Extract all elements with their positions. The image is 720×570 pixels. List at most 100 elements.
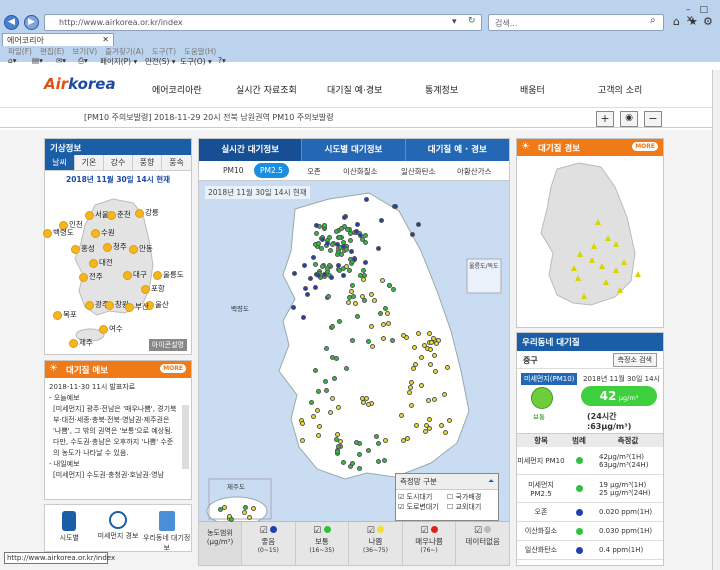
print-icon[interactable]: ⎙▾ <box>78 56 88 66</box>
back-button[interactable]: ◀ <box>4 15 19 30</box>
dropdown-icon[interactable]: ▾ <box>452 17 457 27</box>
alert-marker-icon[interactable] <box>581 293 587 299</box>
alert-marker-icon[interactable] <box>635 271 641 277</box>
tab-temp[interactable]: 기온 <box>75 155 104 170</box>
alert-marker-icon[interactable] <box>613 241 619 247</box>
station-dot[interactable] <box>376 245 382 251</box>
alert-marker-icon[interactable] <box>589 257 595 263</box>
close-tab-icon[interactable]: ✕ <box>102 35 109 44</box>
menu-edit[interactable]: 편집(E) <box>40 47 64 56</box>
checkbox-suburban[interactable]: ☐ 교외대기 <box>447 502 496 512</box>
station-dot[interactable] <box>333 228 339 234</box>
tab-realtime[interactable]: 실시간 대기정보 <box>199 139 303 161</box>
subtab-ozone[interactable]: 오존 <box>307 166 321 177</box>
menu-tools[interactable]: 도구(T) <box>152 47 176 56</box>
station-dot[interactable] <box>319 264 325 270</box>
station-dot[interactable] <box>401 437 407 443</box>
station-dot[interactable] <box>406 389 412 395</box>
tab-weather[interactable]: 날씨 <box>45 155 75 170</box>
checkbox-background[interactable]: ☐ 국가배경 <box>447 492 496 502</box>
station-dot[interactable] <box>329 241 335 247</box>
quick-link-sido[interactable]: 시도별 <box>45 505 94 551</box>
search-icon[interactable]: ⌕ <box>650 15 656 26</box>
station-search-button[interactable]: 측정소 검색 <box>612 353 657 367</box>
station-dot[interactable] <box>343 365 349 371</box>
nav-about[interactable]: 에어코리아란 <box>152 83 202 96</box>
tools-menu[interactable]: 도구(O) ▾ <box>180 56 212 67</box>
home-icon[interactable]: ⌂ <box>673 15 680 28</box>
station-dot[interactable] <box>310 255 316 261</box>
station-dot[interactable] <box>361 267 367 273</box>
quick-link-alert[interactable]: 미세먼지 경보 <box>94 505 143 551</box>
station-dot[interactable] <box>309 399 315 405</box>
tab-forecast[interactable]: 대기질 예 · 경보 <box>405 139 509 161</box>
alert-marker-icon[interactable] <box>595 219 601 225</box>
station-dot[interactable] <box>299 438 305 444</box>
browser-tab[interactable]: 에어코리아 ✕ <box>2 33 114 46</box>
station-dot[interactable] <box>382 437 388 443</box>
forecast-scrollbar[interactable] <box>182 405 189 469</box>
station-dot[interactable] <box>312 367 318 373</box>
station-dot[interactable] <box>398 412 404 418</box>
station-dot[interactable] <box>333 355 339 361</box>
station-dot[interactable] <box>228 516 234 522</box>
station-dot[interactable] <box>371 297 377 303</box>
alert-marker-icon[interactable] <box>591 243 597 249</box>
legend-item[interactable]: ☑ 좋음 (0~15) <box>241 522 295 565</box>
station-dot[interactable] <box>357 232 363 238</box>
station-dot[interactable] <box>418 383 424 389</box>
station-dot[interactable] <box>322 378 328 384</box>
station-dot[interactable] <box>322 271 328 277</box>
station-dot[interactable] <box>346 294 352 300</box>
safety-menu[interactable]: 안전(S) ▾ <box>145 56 176 67</box>
legend-item[interactable]: ☑ 매우나쁨 (76~) <box>401 522 456 565</box>
quick-link-local[interactable]: 우리동네 대기정보 <box>142 505 191 552</box>
help-icon[interactable]: ?▾ <box>218 56 226 65</box>
station-dot[interactable] <box>356 465 362 471</box>
station-dot[interactable] <box>361 276 367 282</box>
alert-marker-icon[interactable] <box>605 235 611 241</box>
station-dot[interactable] <box>302 286 308 292</box>
station-dot[interactable] <box>401 332 407 338</box>
notice-text[interactable]: [PM10 주의보발령] 2018-11-29 20시 전북 남원권역 PM10… <box>84 112 334 123</box>
checkbox-roadside[interactable]: ☑ 도로변대기 <box>398 502 447 512</box>
icon-legend-button[interactable]: 아이콘설명 <box>148 339 187 351</box>
nav-forecast[interactable]: 대기질 예·경보 <box>327 83 382 96</box>
tab-wind-dir[interactable]: 풍향 <box>133 155 162 170</box>
alert-marker-icon[interactable] <box>575 275 581 281</box>
nav-learning[interactable]: 배움터 <box>520 83 545 96</box>
search-input[interactable]: 검색... <box>488 14 664 31</box>
station-dot[interactable] <box>329 396 335 402</box>
alert-marker-icon[interactable] <box>577 251 583 257</box>
station-dot[interactable] <box>340 244 346 250</box>
station-dot[interactable] <box>389 337 395 343</box>
station-dot[interactable] <box>426 426 432 432</box>
station-dot[interactable] <box>427 346 433 352</box>
station-dot[interactable] <box>348 289 354 295</box>
station-dot[interactable] <box>385 321 391 327</box>
checkbox-urban[interactable]: ☑ 도시대기 <box>398 492 447 502</box>
station-dot[interactable] <box>338 225 344 231</box>
tab-wind-speed[interactable]: 풍속 <box>162 155 191 170</box>
station-dot[interactable] <box>316 423 322 429</box>
station-dot[interactable] <box>412 361 418 367</box>
alert-marker-icon[interactable] <box>603 279 609 285</box>
subtab-so2[interactable]: 아황산가스 <box>457 166 492 177</box>
window-controls[interactable]: – □ ✕ <box>686 2 720 25</box>
station-dot[interactable] <box>352 300 358 306</box>
station-dot[interactable] <box>305 291 311 297</box>
station-dot[interactable] <box>428 340 434 346</box>
zoom-out-button[interactable]: − <box>644 111 662 127</box>
station-dot[interactable] <box>415 221 421 227</box>
station-dot[interactable] <box>369 343 375 349</box>
subtab-pm25[interactable]: PM2.5 <box>254 163 289 178</box>
subtab-co[interactable]: 일산화탄소 <box>401 166 436 177</box>
station-dot[interactable] <box>348 248 354 254</box>
nav-realtime[interactable]: 실시간 자료조회 <box>236 83 297 96</box>
subtab-no2[interactable]: 이산화질소 <box>343 166 378 177</box>
station-dot[interactable] <box>361 297 367 303</box>
station-dot[interactable] <box>431 352 437 358</box>
address-bar[interactable]: http://www.airkorea.or.kr/index <box>44 14 482 31</box>
station-dot[interactable] <box>327 248 333 254</box>
station-dot[interactable] <box>325 240 331 246</box>
